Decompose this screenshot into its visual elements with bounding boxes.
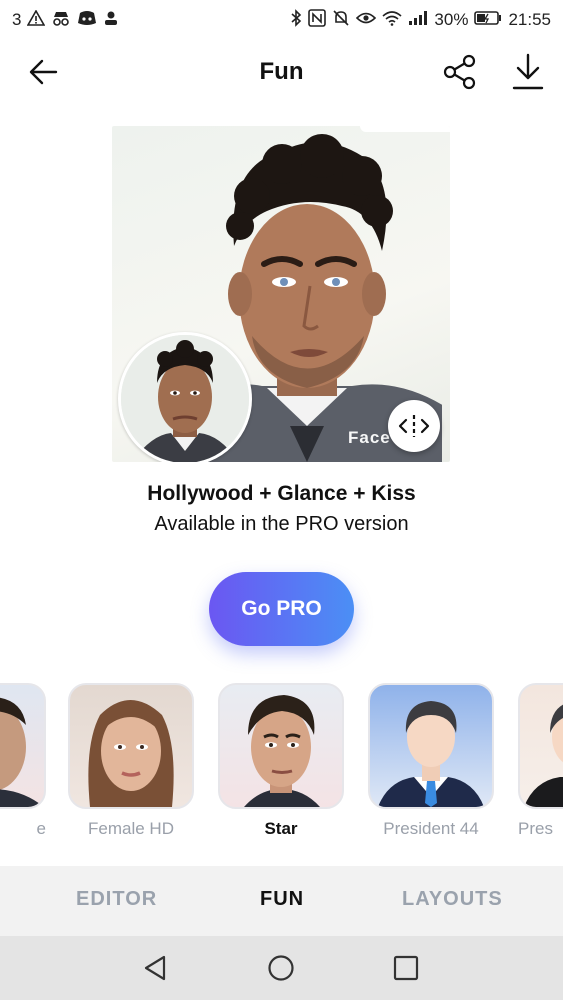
download-icon[interactable] (510, 52, 546, 92)
status-bar: 3 30% 21:55 (0, 0, 563, 40)
filter-label: e (36, 819, 46, 838)
filter-thumbnail (218, 683, 344, 809)
nav-back-icon[interactable] (140, 952, 172, 984)
filter-label: Star (264, 819, 298, 838)
signal-icon (408, 10, 428, 30)
filter-item[interactable]: e (0, 683, 46, 839)
filter-label: Female HD (88, 819, 174, 838)
filter-thumbnail (518, 683, 563, 809)
warning-icon (27, 9, 46, 30)
clock: 21:55 (508, 10, 551, 29)
filter-item[interactable]: Pres (518, 683, 563, 839)
nfc-icon (308, 9, 327, 31)
compare-arrows-icon (398, 415, 430, 437)
filter-item-president-44[interactable]: President 44 (368, 683, 494, 839)
discord-icon (77, 10, 97, 30)
tab-editor[interactable]: EDITOR (76, 888, 157, 911)
battery-percent: 30% (434, 10, 469, 29)
bluetooth-icon (290, 9, 302, 31)
original-photo-inset (118, 332, 252, 462)
incognito-icon (51, 10, 71, 30)
notification-count: 3 (12, 10, 22, 29)
bottom-tab-bar: EDITOR FUN LAYOUTS (0, 866, 563, 936)
filter-label: Pres (518, 819, 553, 838)
system-navigation-bar (0, 936, 563, 1000)
page-title: Fun (259, 58, 304, 85)
battery-icon (474, 10, 502, 30)
filter-thumbnail (368, 683, 494, 809)
compare-toggle-button[interactable] (388, 400, 440, 452)
filter-thumbnail (68, 683, 194, 809)
person-icon (103, 10, 119, 30)
filter-thumbnail (0, 683, 46, 809)
filter-item-star[interactable]: Star (218, 683, 344, 839)
pro-availability-text: Available in the PRO version (154, 513, 409, 535)
result-preview-image: Face (112, 126, 450, 462)
filter-carousel[interactable]: e Female HD Star President 44 Pres (0, 683, 563, 843)
tab-fun[interactable]: FUN (260, 888, 304, 911)
wifi-icon (382, 10, 402, 30)
filter-label: President 44 (383, 819, 479, 838)
go-pro-button[interactable]: Go PRO (209, 572, 354, 646)
filter-combo-title: Hollywood + Glance + Kiss (147, 482, 416, 505)
share-icon[interactable] (442, 54, 478, 90)
app-bar: Fun (0, 40, 563, 106)
watermark: Face (348, 428, 391, 447)
filter-item-female-hd[interactable]: Female HD (68, 683, 194, 839)
eye-icon (356, 11, 377, 29)
tab-layouts[interactable]: LAYOUTS (402, 888, 503, 911)
nav-recents-icon[interactable] (390, 952, 422, 984)
nav-home-icon[interactable] (265, 952, 297, 984)
mute-icon (332, 9, 350, 31)
